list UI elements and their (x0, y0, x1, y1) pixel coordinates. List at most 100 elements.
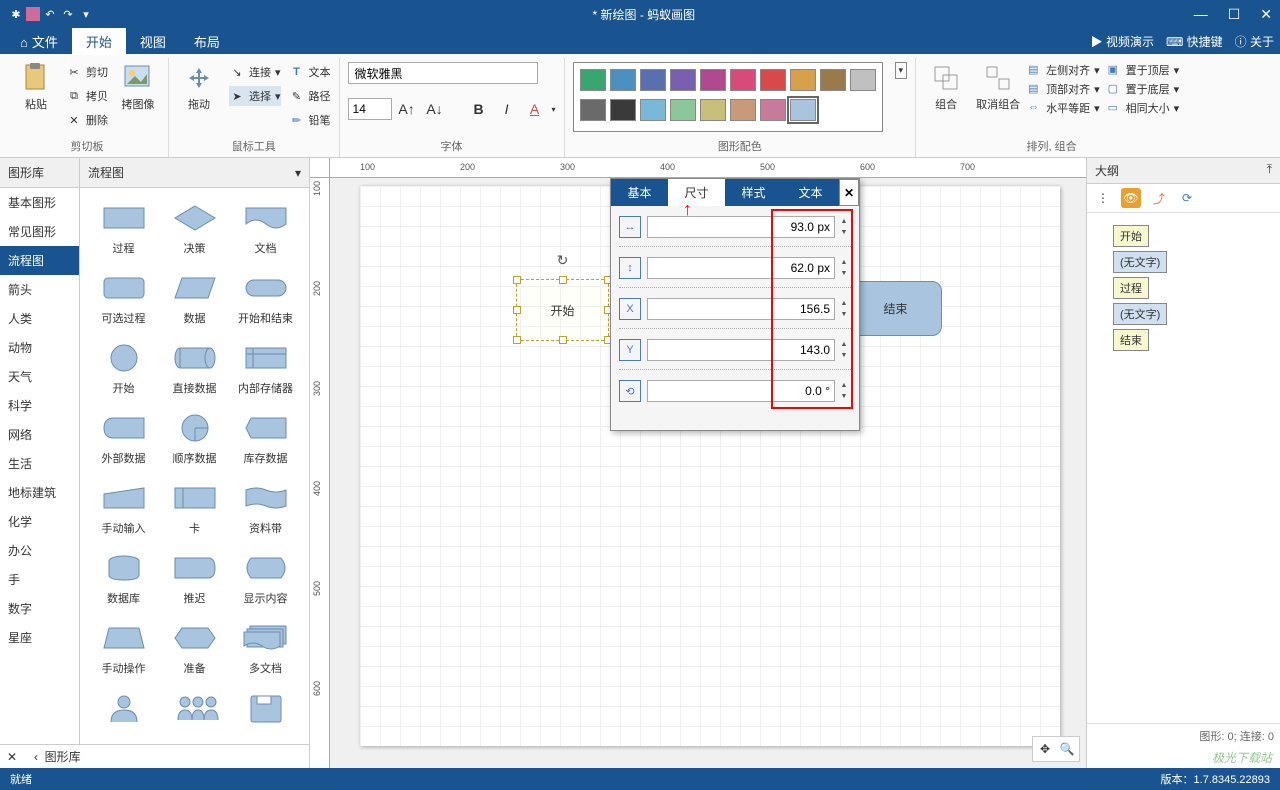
outline-item[interactable]: 开始 (1113, 225, 1272, 247)
resize-handle[interactable] (559, 336, 567, 344)
redo-icon[interactable]: ↷ (60, 6, 76, 22)
italic-button[interactable]: I (496, 98, 518, 120)
shape-item[interactable]: 内部存储器 (230, 336, 301, 402)
color-swatch[interactable] (580, 99, 606, 121)
hdist-button[interactable]: ⇔水平等距 ▾ (1028, 100, 1100, 116)
resize-handle[interactable] (513, 276, 521, 284)
category-item[interactable]: 数字 (0, 594, 79, 623)
spin-up[interactable]: ▲ (837, 298, 851, 309)
pencil-button[interactable]: ✏铅笔 (289, 110, 331, 130)
cut-button[interactable]: ✂剪切 (66, 62, 108, 82)
font-color-button[interactable]: A (524, 98, 546, 120)
delete-button[interactable]: ✕删除 (66, 110, 108, 130)
panel-close-button[interactable]: ✕ (0, 750, 24, 764)
color-swatch[interactable] (640, 69, 666, 91)
spin-up[interactable]: ▲ (837, 257, 851, 268)
canvas-viewport[interactable]: ↻ 开始 结束 基本 尺寸 (330, 178, 1086, 768)
category-item[interactable]: 天气 (0, 362, 79, 391)
spin-down[interactable]: ▼ (837, 391, 851, 402)
minimize-icon[interactable]: — (1194, 6, 1208, 23)
shape-item[interactable]: 卡 (159, 476, 230, 542)
color-swatch[interactable] (610, 99, 636, 121)
x-input[interactable] (647, 298, 835, 320)
shape-item[interactable]: 显示内容 (230, 546, 301, 612)
menu-start[interactable]: 开始 (72, 28, 126, 55)
menu-layout[interactable]: 布局 (180, 28, 234, 55)
outline-item[interactable]: (无文字) (1113, 251, 1272, 273)
color-swatch[interactable] (820, 69, 846, 91)
spin-down[interactable]: ▼ (837, 227, 851, 238)
color-swatch[interactable] (730, 99, 756, 121)
shape-item[interactable]: 决策 (159, 196, 230, 262)
dropdown-icon[interactable]: ▾ (552, 105, 556, 114)
shape-item[interactable]: 开始 (88, 336, 159, 402)
category-item[interactable]: 流程图 (0, 246, 79, 275)
color-swatch[interactable] (580, 69, 606, 91)
y-input[interactable] (647, 339, 835, 361)
color-swatch[interactable] (640, 99, 666, 121)
shape-item[interactable]: 准备 (159, 616, 230, 682)
paste-button[interactable]: 粘贴 (14, 62, 58, 112)
shape-item[interactable]: 直接数据 (159, 336, 230, 402)
shape-item[interactable]: 外部数据 (88, 406, 159, 472)
resize-handle[interactable] (513, 306, 521, 314)
shape-start[interactable]: ↻ 开始 (516, 279, 609, 341)
color-swatch[interactable] (670, 99, 696, 121)
ungroup-button[interactable]: 取消组合 (976, 62, 1020, 112)
category-item[interactable]: 地标建筑 (0, 478, 79, 507)
outline-item[interactable]: 过程 (1113, 277, 1272, 299)
close-icon[interactable]: ✕ (1260, 6, 1272, 23)
spin-up[interactable]: ▲ (837, 380, 851, 391)
outline-item[interactable]: 结束 (1113, 329, 1272, 351)
category-item[interactable]: 箭头 (0, 275, 79, 304)
path-button[interactable]: ✎路径 (289, 86, 331, 106)
copy-button[interactable]: ⧉拷贝 (66, 86, 108, 106)
fit-button[interactable]: ✥ (1035, 739, 1055, 759)
dropdown-icon[interactable]: ▾ (295, 166, 301, 180)
color-swatch[interactable] (760, 99, 786, 121)
send-back-button[interactable]: ▢置于底层 ▾ (1108, 81, 1180, 97)
menu-file[interactable]: ⌂文件 (6, 28, 72, 55)
shape-item[interactable]: 数据 (159, 266, 230, 332)
shape-item[interactable]: 多文档 (230, 616, 301, 682)
rotate-handle-icon[interactable]: ↻ (557, 252, 569, 269)
font-shrink-button[interactable]: A↓ (424, 98, 446, 120)
shape-end[interactable]: 结束 (849, 281, 942, 336)
connect-button[interactable]: ↘连接 ▾ (229, 62, 281, 82)
refresh-icon[interactable]: ⟳ (1177, 188, 1197, 208)
category-item[interactable]: 化学 (0, 507, 79, 536)
shape-item[interactable] (88, 686, 159, 736)
save-icon[interactable] (26, 7, 40, 21)
spin-down[interactable]: ▼ (837, 350, 851, 361)
share-icon[interactable]: ⤴ (1149, 188, 1169, 208)
prop-close-button[interactable]: ✕ (839, 179, 859, 206)
maximize-icon[interactable]: ☐ (1228, 6, 1241, 23)
resize-handle[interactable] (559, 276, 567, 284)
shape-item[interactable]: 手动操作 (88, 616, 159, 682)
spin-up[interactable]: ▲ (837, 216, 851, 227)
eye-icon[interactable]: 👁 (1121, 188, 1141, 208)
shape-item[interactable]: 资料带 (230, 476, 301, 542)
shape-item[interactable]: 顺序数据 (159, 406, 230, 472)
shape-item[interactable]: 数据库 (88, 546, 159, 612)
category-item[interactable]: 常见图形 (0, 217, 79, 246)
shape-item[interactable]: 文档 (230, 196, 301, 262)
font-name-input[interactable] (348, 62, 538, 84)
zoom-button[interactable]: 🔍 (1057, 739, 1077, 759)
align-left-button[interactable]: ▤左侧对齐 ▾ (1028, 62, 1100, 78)
pin-icon[interactable]: ⤒ (1267, 162, 1272, 179)
bring-front-button[interactable]: ▣置于顶层 ▾ (1108, 62, 1180, 78)
spin-down[interactable]: ▼ (837, 268, 851, 279)
shape-item[interactable]: 开始和结束 (230, 266, 301, 332)
color-dropdown-icon[interactable]: ▾ (895, 62, 908, 79)
color-swatch[interactable] (760, 69, 786, 91)
category-item[interactable]: 网络 (0, 420, 79, 449)
category-item[interactable]: 手 (0, 565, 79, 594)
prop-tab-basic[interactable]: 基本 (611, 179, 668, 206)
spin-up[interactable]: ▲ (837, 339, 851, 350)
color-swatch[interactable] (730, 69, 756, 91)
width-input[interactable] (647, 216, 835, 238)
rotation-input[interactable] (647, 380, 835, 402)
color-swatch[interactable] (670, 69, 696, 91)
bold-button[interactable]: B (468, 98, 490, 120)
